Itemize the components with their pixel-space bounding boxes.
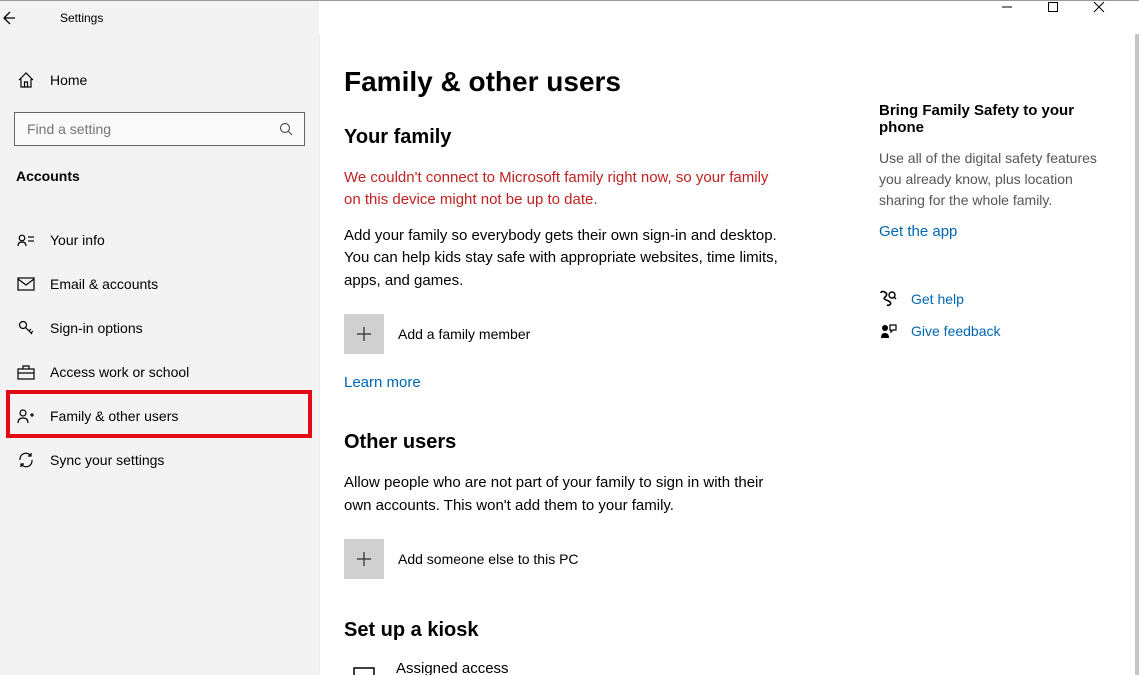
other-users-body: Allow people who are not part of your fa… [344,472,784,517]
page-title: Family & other users [344,66,829,98]
sidebar-item-label: Sync your settings [50,452,164,468]
maximize-button[interactable] [1047,1,1093,35]
kiosk-icon [344,660,384,675]
sidebar-item-label: Your info [50,232,105,248]
get-help-link[interactable]: Get help [879,290,1119,308]
people-icon [16,408,36,424]
add-other-user-button[interactable]: Add someone else to this PC [344,539,829,579]
sidebar-item-label: Family & other users [50,408,178,424]
titlebar: Settings [0,0,1139,34]
sidebar-item-sync[interactable]: Sync your settings [0,438,319,482]
promo-title: Bring Family Safety to your phone [879,102,1119,136]
sidebar-item-label: Email & accounts [50,276,158,292]
briefcase-icon [16,364,36,380]
sidebar-item-family[interactable]: Family & other users [0,394,319,438]
promo-body: Use all of the digital safety features y… [879,148,1119,211]
help-icon [879,290,901,308]
plus-icon [344,539,384,579]
sidebar-section-label: Accounts [16,168,319,184]
sidebar-item-your-info[interactable]: Your info [0,218,319,262]
add-family-member-button[interactable]: Add a family member [344,314,829,354]
kiosk-heading: Set up a kiosk [344,619,829,642]
key-icon [16,319,36,337]
person-card-icon [16,233,36,247]
assigned-access-title: Assigned access [396,660,751,675]
give-feedback-link[interactable]: Give feedback [879,322,1119,340]
give-feedback-label: Give feedback [911,323,1001,339]
main-content: Family & other users Your family We coul… [320,34,869,675]
get-help-label: Get help [911,291,964,307]
right-pane: Bring Family Safety to your phone Use al… [869,34,1139,675]
feedback-icon [879,322,901,340]
family-error-text: We couldn't connect to Microsoft family … [344,167,784,211]
family-body-text: Add your family so everybody gets their … [344,225,784,293]
sidebar-item-label: Sign-in options [50,320,143,336]
sidebar-item-signin[interactable]: Sign-in options [0,306,319,350]
add-other-label: Add someone else to this PC [398,551,579,567]
window-controls [1001,1,1139,35]
assigned-access-button[interactable]: Assigned access Set up this device as a … [344,660,829,675]
learn-more-link[interactable]: Learn more [344,374,829,391]
sidebar-item-email[interactable]: Email & accounts [0,262,319,306]
sidebar-item-work[interactable]: Access work or school [0,350,319,394]
family-heading: Your family [344,126,829,149]
mail-icon [16,277,36,291]
sidebar-item-label: Access work or school [50,364,189,380]
scrollbar[interactable] [1135,34,1139,675]
app-title: Settings [60,11,103,25]
plus-icon [344,314,384,354]
sidebar: Home Accounts Your info Email & accounts [0,34,320,675]
add-family-label: Add a family member [398,326,530,342]
search-box[interactable] [14,112,305,146]
sidebar-home-label: Home [50,72,87,88]
close-button[interactable] [1093,1,1139,35]
back-button[interactable] [0,10,40,26]
get-app-link[interactable]: Get the app [879,223,1119,240]
search-input[interactable] [25,120,279,138]
minimize-button[interactable] [1001,1,1047,35]
home-icon [16,71,36,89]
sync-icon [16,451,36,469]
other-users-heading: Other users [344,431,829,454]
search-icon [279,122,294,137]
sidebar-home[interactable]: Home [0,58,319,102]
